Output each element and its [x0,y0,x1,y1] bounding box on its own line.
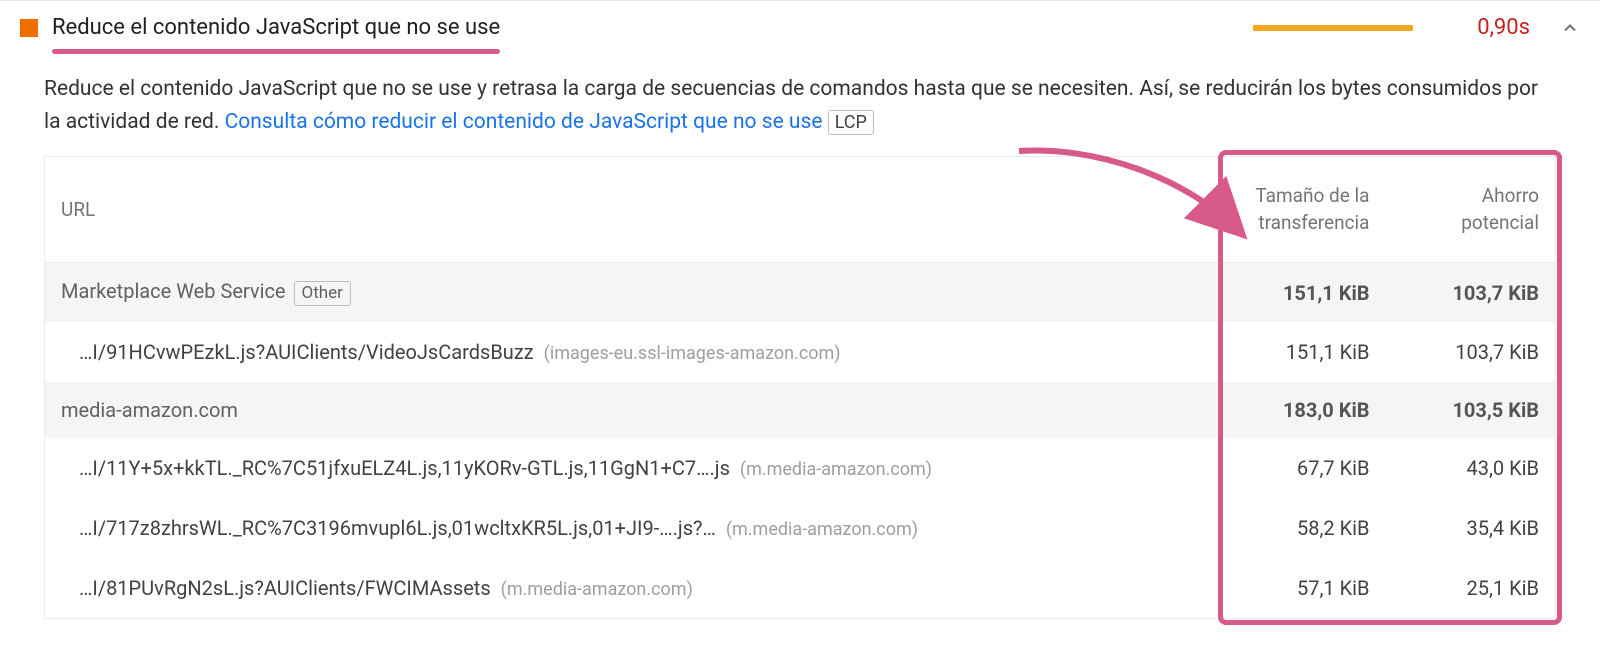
domain-label: (m.media-amazon.com) [740,459,932,480]
audit-title: Reduce el contenido JavaScript que no se… [52,15,500,40]
table-container: URL Tamaño de la transferencia Ahorro po… [44,156,1556,619]
warning-square-icon [20,19,38,37]
domain-label: (m.media-amazon.com) [501,579,693,600]
audit-header[interactable]: Reduce el contenido JavaScript que no se… [0,1,1600,48]
transfer-size: 183,0 KiB [1216,382,1386,438]
url-cell: media-amazon.com [45,382,1216,438]
table-row[interactable]: …I/717z8zhrsWL._RC%7C3196mvupl6L.js,01wc… [45,498,1556,558]
learn-more-link[interactable]: Consulta cómo reducir el contenido de Ja… [225,110,823,134]
col-url: URL [45,157,1216,263]
table-row[interactable]: Marketplace Web ServiceOther151,1 KiB103… [45,263,1556,322]
url-cell: …I/717z8zhrsWL._RC%7C3196mvupl6L.js,01wc… [45,498,1216,558]
potential-savings: 35,4 KiB [1386,498,1556,558]
audit-description: Reduce el contenido JavaScript que no se… [0,48,1600,156]
url-cell: Marketplace Web ServiceOther [45,263,1216,322]
transfer-size: 151,1 KiB [1216,322,1386,382]
col-savings: Ahorro potencial [1386,157,1556,263]
table-row[interactable]: …I/11Y+5x+kkTL._RC%7C51jfxuELZ4L.js,11yK… [45,438,1556,498]
domain-label: (images-eu.ssl-images-amazon.com) [544,343,841,364]
potential-savings: 103,7 KiB [1386,263,1556,322]
results-table: URL Tamaño de la transferencia Ahorro po… [44,156,1556,619]
url-cell: …I/81PUvRgN2sL.js?AUIClients/FWCIMAssets… [45,558,1216,619]
audit-item: Reduce el contenido JavaScript que no se… [0,0,1600,619]
table-row[interactable]: …I/81PUvRgN2sL.js?AUIClients/FWCIMAssets… [45,558,1556,619]
audit-time: 0,90s [1427,15,1530,40]
url-cell: …I/11Y+5x+kkTL._RC%7C51jfxuELZ4L.js,11yK… [45,438,1216,498]
chevron-up-icon[interactable] [1560,18,1580,38]
url-cell: …I/91HCvwPEzkL.js?AUIClients/VideoJsCard… [45,322,1216,382]
table-row[interactable]: media-amazon.com183,0 KiB103,5 KiB [45,382,1556,438]
category-tag: Other [294,281,351,306]
transfer-size: 151,1 KiB [1216,263,1386,322]
metric-badge: LCP [828,110,874,135]
table-row[interactable]: …I/91HCvwPEzkL.js?AUIClients/VideoJsCard… [45,322,1556,382]
transfer-size: 57,1 KiB [1216,558,1386,619]
potential-savings: 25,1 KiB [1386,558,1556,619]
domain-label: (m.media-amazon.com) [726,519,918,540]
potential-savings: 103,7 KiB [1386,322,1556,382]
potential-savings: 103,5 KiB [1386,382,1556,438]
col-transfer: Tamaño de la transferencia [1216,157,1386,263]
potential-savings: 43,0 KiB [1386,438,1556,498]
transfer-size: 67,7 KiB [1216,438,1386,498]
sparkline-bar [1253,25,1413,31]
transfer-size: 58,2 KiB [1216,498,1386,558]
